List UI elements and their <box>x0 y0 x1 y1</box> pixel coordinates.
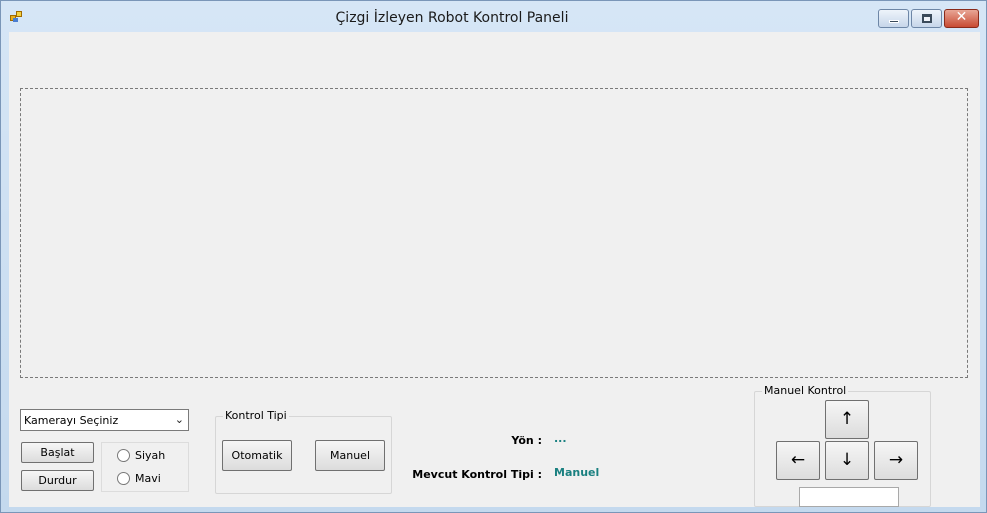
current-type-value: Manuel <box>554 466 600 479</box>
chevron-down-icon: ⌄ <box>174 413 184 426</box>
radio-mavi-label: Mavi <box>135 472 161 485</box>
stop-button[interactable]: Durdur <box>21 470 94 491</box>
close-icon: ✕ <box>955 9 968 25</box>
maximize-button[interactable] <box>911 9 942 28</box>
radio-circle-icon[interactable] <box>117 472 130 485</box>
direction-label: Yön : <box>511 434 542 447</box>
main-window: Çizgi İzleyen Robot Kontrol Paneli ✕ Kam… <box>0 0 987 513</box>
automatic-button[interactable]: Otomatik <box>222 440 292 471</box>
radio-mavi[interactable]: Mavi <box>117 472 177 486</box>
client-area: Kamerayı Seçiniz ⌄ Başlat Durdur Siyah M… <box>9 32 980 507</box>
current-type-label: Mevcut Kontrol Tipi : <box>412 468 542 481</box>
manual-button[interactable]: Manuel <box>315 440 385 471</box>
radio-siyah[interactable]: Siyah <box>117 449 177 463</box>
maximize-icon <box>922 14 932 23</box>
camera-select-value: Kamerayı Seçiniz <box>24 414 119 427</box>
manual-control-title: Manuel Kontrol <box>762 384 849 397</box>
color-radio-group: Siyah Mavi <box>101 442 189 492</box>
left-arrow-button[interactable]: ← <box>776 441 820 480</box>
radio-circle-icon[interactable] <box>117 449 130 462</box>
control-type-title: Kontrol Tipi <box>223 409 289 422</box>
close-button[interactable]: ✕ <box>944 9 979 28</box>
manual-control-group: Manuel Kontrol ↑ ← ↓ → <box>754 384 931 507</box>
start-button[interactable]: Başlat <box>21 442 94 463</box>
up-arrow-button[interactable]: ↑ <box>825 400 869 439</box>
right-arrow-button[interactable]: → <box>874 441 918 480</box>
title-bar[interactable]: Çizgi İzleyen Robot Kontrol Paneli ✕ <box>1 1 986 32</box>
direction-value: ... <box>554 432 567 445</box>
camera-select[interactable]: Kamerayı Seçiniz ⌄ <box>20 409 189 431</box>
minimize-button[interactable] <box>878 9 909 28</box>
manual-command-input[interactable] <box>799 487 899 507</box>
down-arrow-button[interactable]: ↓ <box>825 441 869 480</box>
camera-view <box>20 88 968 378</box>
minimize-icon <box>889 20 899 23</box>
window-title: Çizgi İzleyen Robot Kontrol Paneli <box>335 10 569 26</box>
control-type-group: Kontrol Tipi Otomatik Manuel <box>215 409 392 494</box>
radio-siyah-label: Siyah <box>135 449 166 462</box>
